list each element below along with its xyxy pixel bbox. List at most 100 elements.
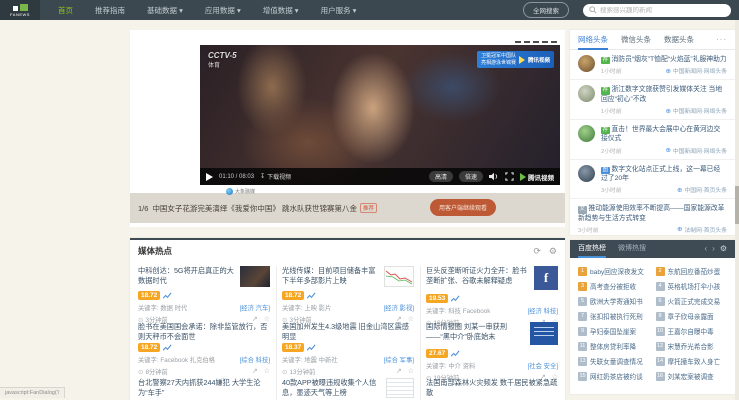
carousel-dot[interactable] <box>542 41 548 43</box>
controls-right: 高清 倍速 腾讯视频 <box>428 171 554 182</box>
rank-badge: 4 <box>655 281 665 291</box>
hot-item[interactable]: 4 英格机场打伞小孩 <box>655 281 728 291</box>
fanews-logo[interactable]: FANEWS <box>0 0 40 20</box>
hot-item[interactable]: 5 欧洲大学寄通知书 <box>578 296 650 306</box>
gear-icon[interactable]: ⚙ <box>720 245 727 253</box>
headline-title[interactable]: 中国女子花游完美演绎《我爱你中国》 跳水队获世锦赛第八金 <box>152 203 357 214</box>
category-tag[interactable]: [经济 影视] <box>384 303 414 312</box>
carousel-dot[interactable] <box>551 41 557 43</box>
headline-list-item[interactable]: 文推动能源使用效率不断提高——国家能源改革新趋势与生活方式转变 3小时前 ⊕ 法制… <box>570 199 735 235</box>
nav-item-guide[interactable]: 推荐指南 <box>95 5 125 16</box>
headline-list-item[interactable]: 图数字文化站点正式上线，这一幕已经过了20年 3小时前 ⊕ 中国网·首页头条 <box>570 160 735 200</box>
carousel-dot[interactable] <box>515 41 521 43</box>
carousel-dot[interactable] <box>524 41 530 43</box>
scrollbar-thumb[interactable] <box>735 186 739 224</box>
hot-item[interactable]: 11 整体房贷利率降 <box>578 341 650 351</box>
hot-item[interactable]: 14 摩托撞车致人身亡 <box>655 356 728 366</box>
hot-item[interactable]: 9 孕妇泰国坠崖案 <box>578 326 650 336</box>
global-search-button[interactable]: 全网搜索 <box>523 2 569 18</box>
fullscreen-icon[interactable] <box>505 172 514 181</box>
banner-text: 卫冕冠军中国队 亮相游泳世锦赛 <box>480 53 516 66</box>
rank-badge: 2 <box>655 266 665 276</box>
table-thumbnail <box>386 378 414 398</box>
tencent-video-logo[interactable]: 腾讯视频 <box>520 172 554 182</box>
card-title: 美国加州发生4.3级地震 旧金山湾区震感明显 <box>282 322 409 341</box>
tab-baidu-hot[interactable]: 百度热榜 <box>578 240 606 258</box>
column-divider <box>420 266 421 400</box>
hot-item[interactable]: 7 张扣扣被执行死刑 <box>578 311 650 321</box>
hot-item[interactable]: 15 网红奶茶店被约谈 <box>578 371 650 381</box>
volume-icon[interactable] <box>489 172 499 181</box>
search-input[interactable] <box>600 6 725 14</box>
hot-item[interactable]: 6 火箭正式完成交易 <box>655 296 728 306</box>
next-arrow-icon[interactable]: › <box>712 245 715 253</box>
hot-item[interactable]: 3 高考查分被拒收 <box>578 281 650 291</box>
logo-mark <box>12 3 28 11</box>
headline-list-item[interactable]: 荐浙江数字文旅获赞引发媒体关注 当地回应“初心”不改 1小时前 ⊕ 中国新闻网·网… <box>570 80 735 121</box>
hot-item[interactable]: 12 宋慧乔光希合影 <box>655 341 728 351</box>
nav-item-home[interactable]: 首页 <box>58 5 73 16</box>
hd-quality-button[interactable]: 高清 <box>428 171 453 182</box>
refresh-icon[interactable]: ⟳ <box>533 246 541 256</box>
tab-weibo-hot[interactable]: 微博热搜 <box>618 240 646 258</box>
playback-speed-button[interactable]: 倍速 <box>458 171 483 182</box>
rank-badge: 9 <box>578 326 587 336</box>
nav-item-basic-data[interactable]: 基础数据 ▾ <box>147 5 183 16</box>
hot-item[interactable]: 1 baby回应深夜发文 <box>578 266 650 276</box>
news-card[interactable]: 脸书在美国国会承诺：除非监管放行，否则天秤币不会面世 18.72 关键字: Fa… <box>138 322 270 376</box>
star-icon[interactable]: ☆ <box>408 368 414 375</box>
headline-list-item[interactable]: 荐消防员“烟灰”T恤配“火焰蓝”礼服神助力 1小时前 ⊕ 中国新闻网·网络头条 <box>570 50 735 81</box>
card-title: 脸书在美国国会承诺：除非监管放行，否则天秤币不会面世 <box>138 322 268 341</box>
globe-icon: ⊕ <box>677 226 683 234</box>
category-tag[interactable]: [社会 安全] <box>528 361 558 370</box>
continue-watch-button[interactable]: 用客户端继续观看 <box>430 199 496 216</box>
news-card[interactable]: 美国加州发生4.3级地震 旧金山湾区震感明显 18.37 关键字: 地震 中新社… <box>282 322 414 376</box>
news-card[interactable]: 40款APP被曝违规收集个人信息，墨迹天气等上榜 <box>282 378 414 400</box>
tab-data-headlines[interactable]: 数据头条 <box>664 30 694 50</box>
news-card[interactable]: 国际情报圈 刘某一审获刑——“黑中介”卧底始末 27.67 关键字: 中介 资料… <box>426 322 558 382</box>
card-title: 国际情报圈 刘某一审获刑——“黑中介”卧底始末 <box>426 322 508 341</box>
hot-item[interactable]: 8 章子欣母亲露面 <box>655 311 728 321</box>
rank-badge: 16 <box>655 371 665 381</box>
carousel-dots[interactable] <box>515 41 557 43</box>
facebook-thumbnail: f <box>534 266 558 290</box>
recommend-badge: 荐 <box>601 87 610 95</box>
more-icon[interactable]: ··· <box>716 35 727 44</box>
play-button[interactable] <box>206 172 213 181</box>
video-player[interactable]: CCTV-5 体育 卫冕冠军中国队 亮相游泳世锦赛 腾讯视频 01:10 / 0… <box>200 45 560 185</box>
star-icon[interactable]: ☆ <box>264 368 270 375</box>
tab-wechat-headlines[interactable]: 微信头条 <box>621 30 651 50</box>
nav-item-user-service[interactable]: 用户服务 ▾ <box>321 5 357 16</box>
video-overlay-banner: 卫冕冠军中国队 亮相游泳世锦赛 腾讯视频 <box>476 51 554 68</box>
news-card[interactable]: 中科创达：5G将开启真正的大数据时代 18.72 关键字: 数据 时代 [经济 … <box>138 266 270 324</box>
trend-chart-icon <box>163 292 172 299</box>
carousel-dot[interactable] <box>533 41 539 43</box>
item-source: ⊕ 中国网·首页头条 <box>677 186 727 195</box>
news-card[interactable]: f 巨头反垄断听证火力全开：脸书垄断扩张、谷歌未解释疑虑 19.53 关键字: 科… <box>426 266 558 327</box>
share-icon[interactable]: ↗ <box>396 368 402 375</box>
tab-web-headlines[interactable]: 网络头条 <box>578 30 608 50</box>
news-card[interactable]: 光线传媒：目前项目储备丰富 下半年多部影片上映 18.72 关键字: 上映 影片… <box>282 266 414 324</box>
hot-item[interactable]: 10 王嘉尔自曝中毒 <box>655 326 728 336</box>
category-tag[interactable]: [经济 科技] <box>528 306 558 315</box>
category-tag[interactable]: [经济 汽车] <box>240 303 270 312</box>
share-icon[interactable]: ↗ <box>252 368 258 375</box>
category-tag[interactable]: [综合 军事] <box>384 355 414 364</box>
headline-list-item[interactable]: 荐直击！世界最大会展中心在黄河边交接仪式 2小时前 ⊕ 中国新闻网·网络头条 <box>570 120 735 160</box>
avatar <box>578 164 595 182</box>
trend-chart-icon <box>307 292 316 299</box>
news-card[interactable]: 法国南部森林火灾频发 数千居民被紧急疏散 <box>426 378 558 397</box>
news-card[interactable]: 台北警察27天内抓获244嫌犯 大学生沦为“车手” <box>138 378 270 397</box>
prev-arrow-icon[interactable]: ‹ <box>704 245 707 253</box>
gear-icon[interactable]: ⚙ <box>549 246 557 256</box>
heat-score-badge: 18.72 <box>138 343 161 353</box>
nav-item-app-data[interactable]: 应用数据 ▾ <box>205 5 241 16</box>
hot-item[interactable]: 2 东航回应番茄炒蛋 <box>655 266 728 276</box>
rank-badge: 12 <box>655 341 665 351</box>
news-thumbnail <box>240 266 270 287</box>
hot-item[interactable]: 16 刘某宏案被调查 <box>655 371 728 381</box>
nav-item-value-data[interactable]: 增值数据 ▾ <box>263 5 299 16</box>
category-tag[interactable]: [综合 科技] <box>240 355 270 364</box>
hot-item[interactable]: 13 失联女童调查情况 <box>578 356 650 366</box>
download-video-button[interactable]: ↧ 下载视频 <box>260 172 291 181</box>
